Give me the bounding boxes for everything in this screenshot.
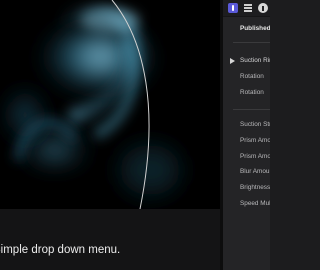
- info-icon[interactable]: [228, 3, 238, 13]
- disclosure-triangle-icon[interactable]: [230, 58, 235, 64]
- swirl-artwork: [0, 0, 220, 209]
- group-suction-ring[interactable]: Suction Ring: [240, 55, 270, 67]
- property-row[interactable]: Blur Amount: [240, 166, 270, 178]
- preview-canvas[interactable]: [0, 0, 220, 209]
- property-row[interactable]: Prism Amount: [240, 135, 270, 147]
- layers-icon[interactable]: [243, 3, 253, 13]
- property-row[interactable]: Brightness: [240, 182, 270, 194]
- property-row[interactable]: Rotation: [240, 87, 270, 99]
- property-row[interactable]: Rotation: [240, 71, 270, 83]
- inspector-tabs: [223, 0, 270, 17]
- property-row[interactable]: Prism Amount: [240, 151, 270, 163]
- property-row[interactable]: Suction Strength: [240, 119, 270, 131]
- section-divider: [233, 42, 270, 43]
- section-divider: [233, 109, 270, 110]
- published-label: Published: [240, 25, 270, 32]
- caption-text: Simple drop down menu.: [0, 244, 121, 256]
- inspector-panel: Published Suction Ring Rotation Rotation…: [223, 0, 270, 270]
- caption-bar: [0, 209, 220, 270]
- help-icon[interactable]: [258, 3, 268, 13]
- property-row[interactable]: Speed Multiplier: [240, 198, 270, 210]
